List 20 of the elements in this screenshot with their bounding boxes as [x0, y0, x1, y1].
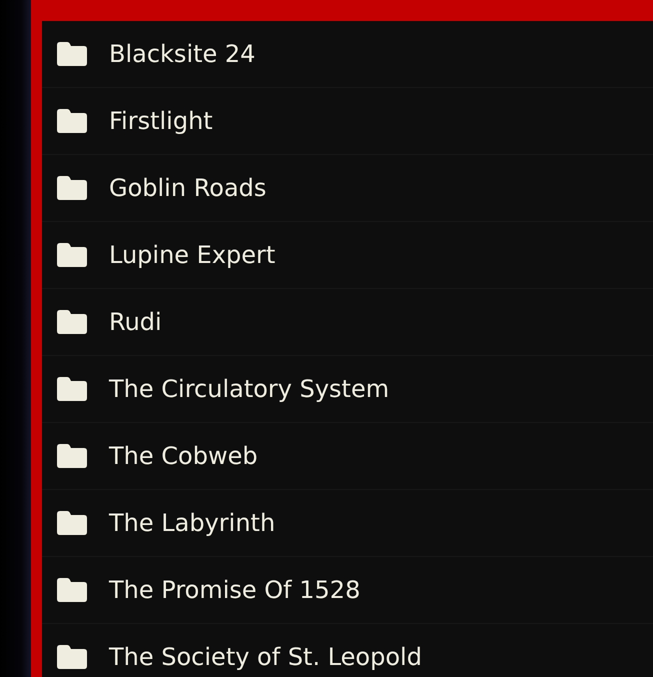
folder-icon [57, 42, 87, 66]
folder-item[interactable]: The Labyrinth [42, 490, 653, 557]
folder-icon [57, 310, 87, 334]
folder-item[interactable]: Goblin Roads [42, 155, 653, 222]
folder-icon [57, 578, 87, 602]
folder-item[interactable]: Lupine Expert [42, 222, 653, 289]
folder-icon [57, 645, 87, 669]
folder-icon [57, 511, 87, 535]
folder-icon [57, 243, 87, 267]
folder-icon [57, 109, 87, 133]
folder-item[interactable]: The Promise Of 1528 [42, 557, 653, 624]
folder-item[interactable]: Firstlight [42, 88, 653, 155]
folder-icon [57, 444, 87, 468]
folder-item[interactable]: Blacksite 24 [42, 21, 653, 88]
folder-item[interactable]: The Cobweb [42, 423, 653, 490]
folder-item[interactable]: Rudi [42, 289, 653, 356]
folder-item[interactable]: The Circulatory System [42, 356, 653, 423]
folder-item[interactable]: The Society of St. Leopold [42, 624, 653, 677]
folder-icon [57, 176, 87, 200]
folder-icon [57, 377, 87, 401]
